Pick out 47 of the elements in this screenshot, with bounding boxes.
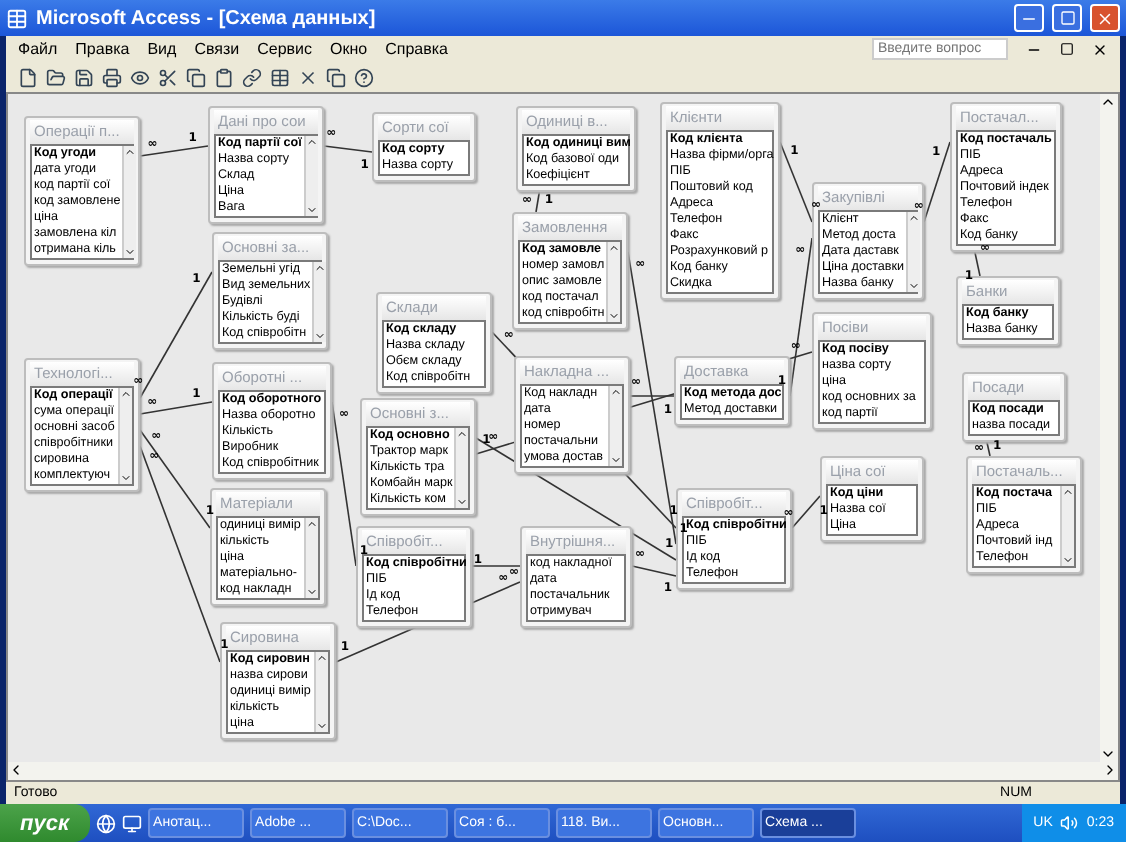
- volume-icon[interactable]: [1060, 814, 1079, 832]
- relationship-line: [779, 141, 813, 223]
- app-icon: [6, 7, 28, 29]
- menu-item[interactable]: Правка: [75, 40, 130, 58]
- close-icon: [1096, 9, 1114, 27]
- help-icon[interactable]: [354, 67, 374, 87]
- relationship-line: [139, 145, 209, 157]
- link-icon[interactable]: [242, 67, 262, 87]
- relationship-line: [471, 565, 521, 567]
- table-icon[interactable]: [270, 67, 290, 87]
- relationship-line: [973, 247, 981, 277]
- menu-item[interactable]: Окно: [330, 40, 368, 58]
- paste-icon[interactable]: [214, 67, 234, 87]
- relationship-line: [631, 565, 677, 577]
- menu-item[interactable]: Вид: [147, 40, 177, 58]
- relationship-line: [535, 187, 541, 213]
- menu-item[interactable]: Связи: [194, 40, 240, 58]
- relationship-line: [323, 145, 373, 153]
- new-file-icon[interactable]: [18, 67, 38, 87]
- desktop-icon[interactable]: [121, 813, 142, 833]
- scroll-down-icon[interactable]: [1100, 746, 1116, 762]
- restore-button[interactable]: [1052, 4, 1082, 32]
- relationship-line: [791, 495, 821, 529]
- menu-item[interactable]: Сервис: [257, 40, 312, 58]
- close-icon[interactable]: [1092, 41, 1108, 57]
- cut-icon[interactable]: [158, 67, 178, 87]
- delete-icon[interactable]: [298, 67, 318, 87]
- restore-icon[interactable]: [1060, 42, 1074, 56]
- save-icon[interactable]: [74, 67, 94, 87]
- menu-item[interactable]: Справка: [385, 40, 448, 58]
- scroll-right-icon[interactable]: [1102, 762, 1118, 778]
- browser-icon[interactable]: [95, 813, 116, 833]
- scroll-left-icon[interactable]: [8, 762, 24, 778]
- layers-icon[interactable]: [326, 67, 346, 87]
- preview-icon[interactable]: [130, 67, 150, 87]
- menu-item[interactable]: Файл: [18, 40, 58, 58]
- print-icon[interactable]: [102, 67, 122, 87]
- relationship-line: [923, 141, 951, 223]
- minimize-button[interactable]: [1014, 4, 1044, 32]
- vertical-scrollbar[interactable]: [1100, 94, 1118, 762]
- copy-icon[interactable]: [186, 67, 206, 87]
- open-folder-icon[interactable]: [46, 67, 66, 87]
- horizontal-scrollbar[interactable]: [8, 762, 1118, 780]
- close-button[interactable]: [1090, 4, 1120, 32]
- scroll-up-icon[interactable]: [1100, 94, 1116, 110]
- start-button[interactable]: пуск: [0, 804, 90, 842]
- window-title: Microsoft Access - [Схема данных]: [36, 7, 378, 29]
